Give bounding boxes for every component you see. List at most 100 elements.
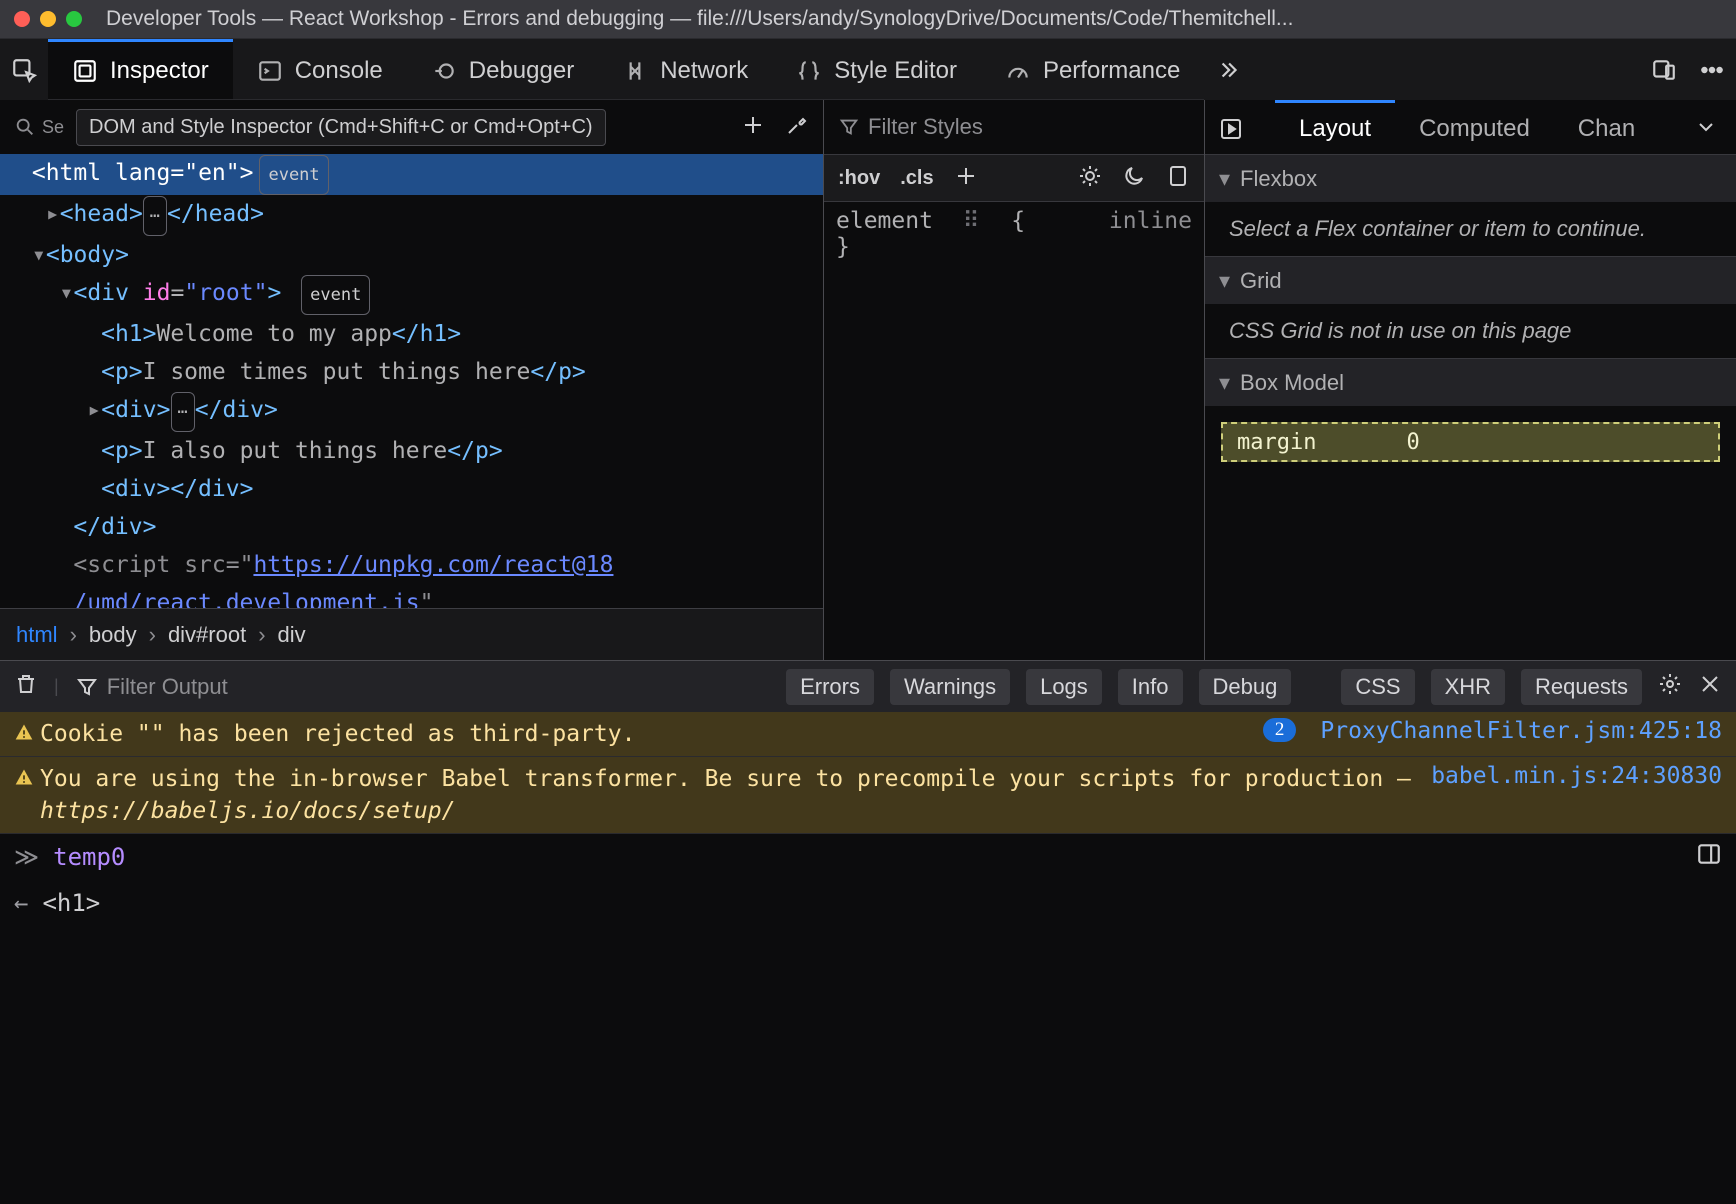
dom-node-script[interactable]: <script src="https://unpkg.com/react@18 xyxy=(0,546,823,584)
window-maximize-btn[interactable] xyxy=(66,11,82,27)
margin-label: margin xyxy=(1237,430,1316,455)
tab-inspector[interactable]: Inspector xyxy=(48,39,233,100)
dom-node-p1[interactable]: <p>I some times put things here</p> xyxy=(0,353,823,391)
style-editor-icon xyxy=(796,58,822,84)
margin-value[interactable]: 0 xyxy=(1406,430,1419,455)
dom-node-div-empty[interactable]: <div></div> xyxy=(0,470,823,508)
responsive-mode-button[interactable] xyxy=(1640,39,1688,100)
breadcrumb-html[interactable]: html xyxy=(16,622,58,648)
light-scheme-button[interactable] xyxy=(1078,164,1102,193)
plus-icon xyxy=(954,164,978,188)
window-close-btn[interactable] xyxy=(14,11,30,27)
script-src-link[interactable]: /umd/react.development.js xyxy=(73,590,419,608)
console-output-text[interactable]: <h1> xyxy=(42,889,100,917)
breadcrumb-root[interactable]: div#root xyxy=(168,622,246,648)
warning-icon xyxy=(14,763,40,793)
console-warning-row[interactable]: Cookie "" has been rejected as third-par… xyxy=(0,712,1736,757)
output-arrow-icon: ← xyxy=(14,889,28,917)
more-tabs-button[interactable] xyxy=(1204,39,1252,100)
filter-warnings[interactable]: Warnings xyxy=(890,669,1010,705)
layout-tabs-overflow[interactable] xyxy=(1684,100,1736,154)
grid-section-head[interactable]: ▾Grid xyxy=(1205,256,1736,304)
add-rule-button[interactable] xyxy=(954,164,978,193)
section-title: Flexbox xyxy=(1240,166,1317,192)
inspector-icon xyxy=(72,58,98,84)
rule-selector[interactable]: element xyxy=(836,208,933,234)
event-badge[interactable]: event xyxy=(259,155,328,195)
event-badge[interactable]: event xyxy=(301,275,370,315)
console-icon xyxy=(257,58,283,84)
dom-search[interactable]: Se xyxy=(14,116,64,138)
breadcrumb-body[interactable]: body xyxy=(89,622,137,648)
console-input-text[interactable]: temp0 xyxy=(53,843,125,871)
boxmodel-section-head[interactable]: ▾Box Model xyxy=(1205,358,1736,406)
inline-label: inline xyxy=(1109,208,1192,234)
boxmodel-margin[interactable]: margin 0 xyxy=(1221,422,1720,462)
dom-node-root[interactable]: ▾<div id="root"> event xyxy=(0,274,823,315)
console-blank-area[interactable] xyxy=(0,926,1736,1204)
flexbox-section-body: Select a Flex container or item to conti… xyxy=(1205,202,1736,256)
clear-console-button[interactable] xyxy=(14,672,38,701)
kebab-menu-button[interactable] xyxy=(1688,39,1736,100)
flexbox-section-head[interactable]: ▾Flexbox xyxy=(1205,154,1736,202)
chevron-down-icon xyxy=(1694,115,1718,139)
style-filter-input[interactable]: Filter Styles xyxy=(868,114,983,140)
layout-tab-changes[interactable]: Chan xyxy=(1554,100,1659,154)
layout-tab-layout[interactable]: Layout xyxy=(1275,100,1395,154)
class-toggle-button[interactable]: .cls xyxy=(900,167,933,190)
console-msg-location[interactable]: babel.min.js:24:30830 xyxy=(1417,763,1722,789)
dark-scheme-button[interactable] xyxy=(1122,164,1146,193)
filter-errors[interactable]: Errors xyxy=(786,669,874,705)
breadcrumb-div[interactable]: div xyxy=(278,622,306,648)
tab-console[interactable]: Console xyxy=(233,39,407,100)
dom-node-div-collapsed[interactable]: ▸<div>⋯</div> xyxy=(0,391,823,432)
console-msg-location[interactable]: ProxyChannelFilter.jsm:425:18 xyxy=(1306,718,1722,744)
boxmodel-area[interactable]: margin 0 xyxy=(1205,406,1736,478)
dom-tree[interactable]: <html lang="en">event ▸<head>⋯</head> ▾<… xyxy=(0,154,823,608)
gear-icon xyxy=(1658,672,1682,696)
flex-highlight-toggle[interactable] xyxy=(1205,100,1275,154)
performance-icon xyxy=(1005,58,1031,84)
script-src-link[interactable]: https://unpkg.com/react@18 xyxy=(253,552,613,578)
element-picker-button[interactable] xyxy=(0,39,48,100)
console-close-button[interactable] xyxy=(1698,672,1722,701)
console-msg-text: You are using the in-browser Babel trans… xyxy=(40,763,1417,827)
filter-requests[interactable]: Requests xyxy=(1521,669,1642,705)
filter-debug[interactable]: Debug xyxy=(1199,669,1292,705)
pseudo-hov-button[interactable]: :hov xyxy=(838,167,880,190)
split-editor-button[interactable] xyxy=(1696,841,1722,873)
console-settings-button[interactable] xyxy=(1658,672,1682,701)
sun-icon xyxy=(1078,164,1102,188)
split-panel-icon xyxy=(1696,841,1722,867)
dots-icon xyxy=(1699,57,1725,83)
filter-xhr[interactable]: XHR xyxy=(1431,669,1505,705)
tab-debugger[interactable]: Debugger xyxy=(407,39,598,100)
layout-panel: Layout Computed Chan ▾Flexbox Select a F… xyxy=(1205,100,1736,660)
dom-node-body[interactable]: ▾<body> xyxy=(0,236,823,274)
dom-node-script-2[interactable]: /umd/react.development.js" xyxy=(0,584,823,608)
console-filter-input[interactable]: Filter Output xyxy=(75,674,228,700)
filter-logs[interactable]: Logs xyxy=(1026,669,1102,705)
tab-style-editor[interactable]: Style Editor xyxy=(772,39,981,100)
dom-node-h1[interactable]: <h1>Welcome to my app</h1> xyxy=(0,315,823,353)
tab-label: Style Editor xyxy=(834,57,957,85)
tab-network[interactable]: Network xyxy=(598,39,772,100)
trash-icon xyxy=(14,672,38,696)
tab-performance[interactable]: Performance xyxy=(981,39,1204,100)
dom-node-p2[interactable]: <p>I also put things here</p> xyxy=(0,432,823,470)
layout-tab-computed[interactable]: Computed xyxy=(1395,100,1554,154)
dom-node-head[interactable]: ▸<head>⋯</head> xyxy=(0,195,823,236)
filter-css[interactable]: CSS xyxy=(1341,669,1414,705)
add-node-button[interactable] xyxy=(741,113,765,142)
console-warning-row[interactable]: You are using the in-browser Babel trans… xyxy=(0,757,1736,834)
console-filter-placeholder: Filter Output xyxy=(107,674,228,700)
console-msg-link[interactable]: https://babeljs.io/docs/setup/ xyxy=(40,798,455,824)
eyedropper-button[interactable] xyxy=(785,113,809,142)
dom-node-root-close[interactable]: </div> xyxy=(0,508,823,546)
print-sim-button[interactable] xyxy=(1166,164,1190,193)
window-minimize-btn[interactable] xyxy=(40,11,56,27)
style-rules-area[interactable]: inline element ⠿ { } xyxy=(824,202,1204,660)
dom-node-html[interactable]: <html lang="en">event xyxy=(0,154,823,195)
console-input-row[interactable]: ≫ temp0 xyxy=(0,834,1736,880)
filter-info[interactable]: Info xyxy=(1118,669,1183,705)
